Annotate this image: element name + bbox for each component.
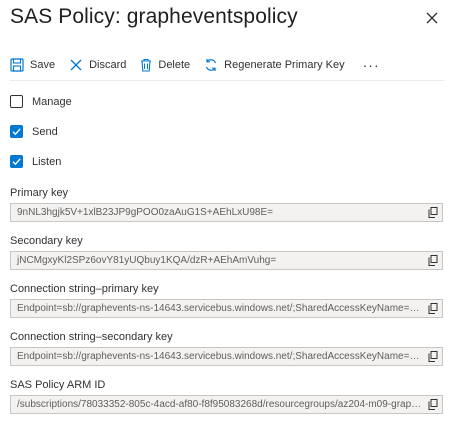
regenerate-primary-key-button[interactable]: Regenerate Primary Key: [204, 58, 345, 72]
send-checkbox[interactable]: [10, 125, 23, 138]
save-label: Save: [30, 59, 56, 71]
copy-icon: [428, 207, 438, 218]
delete-label: Delete: [158, 59, 191, 71]
discard-icon: [70, 59, 82, 71]
command-bar: Save Discard Delete Regenerate Primary K…: [10, 53, 380, 77]
copy-primary-key-button[interactable]: [424, 204, 442, 221]
primary-connection-string-field[interactable]: Endpoint=sb://graphevents-ns-14643.servi…: [10, 299, 443, 318]
checkmark-icon: [12, 158, 21, 166]
secondary-connection-string-label: Connection string–secondary key: [10, 331, 173, 343]
primary-connection-string-label: Connection string–primary key: [10, 283, 159, 295]
copy-icon: [428, 351, 438, 362]
primary-key-label: Primary key: [10, 187, 69, 199]
arm-id-value: /subscriptions/78033352-805c-4acd-af80-f…: [17, 399, 424, 410]
secondary-key-value: jNCMgxyKl2SPz6ovY81yUQbuy1KQA/dzR+AEhAmV…: [17, 255, 277, 266]
send-checkbox-row[interactable]: Send: [10, 125, 58, 138]
manage-label: Manage: [32, 95, 72, 108]
copy-icon: [428, 303, 438, 314]
primary-connection-string-value: Endpoint=sb://graphevents-ns-14643.servi…: [17, 303, 424, 314]
copy-secondary-key-button[interactable]: [424, 252, 442, 269]
copy-icon: [428, 255, 438, 266]
close-button[interactable]: [423, 9, 441, 27]
listen-label: Listen: [32, 155, 62, 168]
copy-icon: [428, 399, 438, 410]
primary-key-value: 9nNL3hgjk5V+1xlB23JP9gPOO0zaAuG1S+AEhLxU…: [17, 207, 274, 218]
save-button[interactable]: Save: [10, 58, 55, 72]
discard-label: Discard: [89, 59, 127, 71]
refresh-icon: [206, 59, 217, 71]
secondary-key-label: Secondary key: [10, 235, 83, 247]
primary-key-field[interactable]: 9nNL3hgjk5V+1xlB23JP9gPOO0zaAuG1S+AEhLxU…: [10, 203, 443, 222]
close-icon: [426, 12, 438, 24]
copy-secondary-connection-string-button[interactable]: [424, 348, 442, 365]
listen-checkbox-row[interactable]: Listen: [10, 155, 61, 168]
delete-button[interactable]: Delete: [140, 58, 190, 72]
more-options-button[interactable]: ···: [363, 57, 380, 73]
send-label: Send: [32, 125, 58, 138]
regenerate-label: Regenerate Primary Key: [224, 59, 345, 71]
listen-checkbox[interactable]: [10, 155, 23, 168]
manage-checkbox-row[interactable]: Manage: [10, 95, 72, 108]
arm-id-field[interactable]: /subscriptions/78033352-805c-4acd-af80-f…: [10, 395, 443, 414]
secondary-connection-string-field[interactable]: Endpoint=sb://graphevents-ns-14643.servi…: [10, 347, 443, 366]
copy-arm-id-button[interactable]: [424, 396, 442, 413]
save-icon: [10, 58, 24, 72]
toolbar-divider: [10, 80, 444, 81]
secondary-key-field[interactable]: jNCMgxyKl2SPz6ovY81yUQbuy1KQA/dzR+AEhAmV…: [10, 251, 443, 270]
secondary-connection-string-value: Endpoint=sb://graphevents-ns-14643.servi…: [17, 351, 424, 362]
manage-checkbox[interactable]: [10, 95, 23, 108]
copy-primary-connection-string-button[interactable]: [424, 300, 442, 317]
discard-button[interactable]: Discard: [69, 58, 126, 72]
checkmark-icon: [12, 128, 21, 136]
panel-title: SAS Policy: grapheventspolicy: [10, 5, 298, 28]
arm-id-label: SAS Policy ARM ID: [10, 379, 106, 391]
trash-icon: [141, 58, 152, 72]
